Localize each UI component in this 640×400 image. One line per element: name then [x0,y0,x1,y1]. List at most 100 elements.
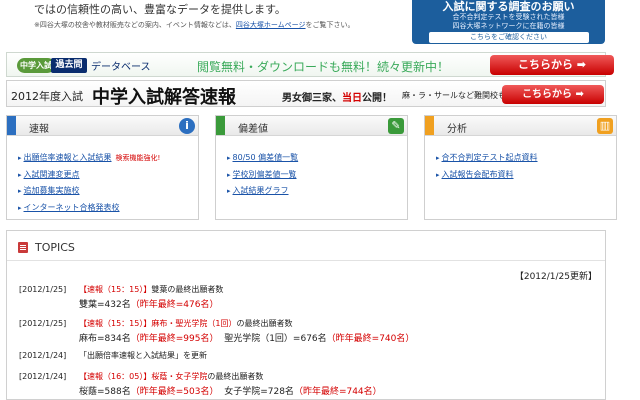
pencil-icon: ✎ [388,118,404,134]
link-label[interactable]: 学校別偏差値一覧 [233,170,297,179]
topic-detail: 雙葉=432名（昨年最終=476名） [79,297,218,310]
detail-a: 雙葉=432名 [79,300,131,310]
table-row[interactable]: [2012/1/24] 「出願倍率速報と入試結果」を更新 [19,350,207,361]
topics-title: TOPICS [35,241,75,254]
panel-sokuhou: 速報 i ▸ 出願倍率速報と入試結果 検索機能強化! ▸ 入試関連変更点 ▸ 追加募集実… [6,115,199,220]
panel-bunseki-header: 分析 ▥ [425,116,616,136]
panel-sokuhou-title: 速報 [29,124,49,135]
table-row[interactable]: [2012/1/25] 【速報（15：15）】雙葉の最終出願者数 [19,284,223,295]
sub-red: 当日 [342,93,362,104]
list-item[interactable]: ▸ 出願倍率速報と入試結果 検索機能強化! [18,150,198,167]
intro-line1: ではの信頼性の高い、豊富なデータを提供します。 [34,3,286,16]
intro-line2: ※四谷大塚の校舎や教材販売などの案内、イベント情報などは、四谷大塚ホームページを… [34,20,355,30]
link-label[interactable]: 80/50 偏差値一覧 [233,153,299,162]
panel-sokuhou-header: 速報 i [7,116,198,136]
bullet-icon: ▸ [227,187,231,195]
bullet-icon: ▸ [227,170,231,179]
panel-stripe [216,116,225,135]
panel-bunseki: 分析 ▥ ▸ 合不合判定テスト起点資料 ▸ 入試報告会配布資料 [424,115,617,220]
link-label[interactable]: 入試報告会配布資料 [442,170,514,179]
detail-red: （昨年最終=995名） [130,334,219,344]
logo-db: データベース [91,62,151,73]
survey-confirm-button[interactable]: こちらをご確認ください [428,32,589,43]
list-item[interactable]: ▸ インターネット合格発表校 [18,200,198,217]
answer-banner-sub: 男女御三家、当日公開！ [282,89,392,104]
topics-section: TOPICS 【2012/1/25更新】 [2012/1/25] 【速報（15：1… [6,230,606,400]
list-item[interactable]: ▸ 合不合判定テスト起点資料 [436,150,616,167]
panel-stripe [425,116,434,135]
bullet-icon: ▸ [18,203,22,212]
table-row[interactable]: [2012/1/25] 【速報（15：15）】麻布・聖光学院（1回）の最終出願者数 [19,318,292,329]
topic-detail: 麻布=834名（昨年最終=995名） 聖光学院（1回）=676名（昨年最終=74… [79,331,414,344]
bullet-icon: ▸ [18,170,22,179]
list-item[interactable]: ▸ 学校別偏差値一覧 [227,167,407,184]
new-badge: 検索機能強化! [115,154,161,162]
panel-bunseki-list: ▸ 合不合判定テスト起点資料 ▸ 入試報告会配布資料 [425,136,616,183]
topic-date: [2012/1/25] [19,285,67,294]
survey-line2: 四谷大塚ネットワークに在籍の皆様 [452,22,565,30]
bullet-icon: ▸ [18,154,22,162]
answer-banner-sub2: 麻・ラ・サールなど難関校も [402,91,506,100]
answer-banner-year: 2012年度入試 [11,90,83,103]
panel-hensachi: 偏差値 ✎ ▸ 80/50 偏差値一覧 ▸ 学校別偏差値一覧 ▸ 入試結果グラフ [215,115,408,220]
detail-b: 聖光学院（1回）=676名 [224,334,327,344]
panel-hensachi-list: ▸ 80/50 偏差値一覧 ▸ 学校別偏差値一覧 ▸ 入試結果グラフ [216,136,407,200]
list-item[interactable]: ▸ 追加募集実施校 [18,183,198,200]
sub-a: 男女御三家、 [282,93,342,104]
detail-red2: （昨年最終=740名） [326,334,415,344]
bullet-icon: ▸ [18,187,22,195]
list-item[interactable]: ▸ 80/50 偏差値一覧 [227,150,407,167]
detail-a: 麻布=834名 [79,334,131,344]
panel-stripe [7,116,16,135]
database-message: 閲覧無料・ダウンロードも無料！続々更新中！ [197,60,450,74]
table-row[interactable]: [2012/1/24] 【速報（16：05）】桜蔭・女子学院の最終出願者数 [19,371,263,382]
link-label[interactable]: 出願倍率速報と入試結果 [24,153,112,162]
logo-mid: 過去問 [51,58,87,73]
sub-b: 公開！ [362,93,392,104]
bullet-icon: ▸ [227,154,231,162]
detail-b: 女子学院=728名 [224,387,294,397]
exam-answer-banner[interactable]: 2012年度入試 中学入試解答速報 男女御三家、当日公開！ 麻・ラ・サールなど難… [6,80,606,107]
detail-red: （昨年最終=503名） [130,387,219,397]
database-go-button[interactable]: こちらから ➡ [490,55,614,75]
topic-text: 「出願倍率速報と入試結果」を更新 [79,351,207,360]
list-item[interactable]: ▸ 入試報告会配布資料 [436,167,616,184]
link-label[interactable]: インターネット合格発表校 [24,203,120,212]
bar-chart-icon: ▥ [597,118,613,134]
topic-date: [2012/1/24] [19,351,67,360]
topic-text: 雙葉の最終出願者数 [151,285,224,294]
survey-banner[interactable]: 入試に関する調査のお願い 合不合判定テストを受験された皆様 四谷大塚ネットワーク… [412,0,605,44]
info-icon: i [179,118,195,134]
panel-sokuhou-list: ▸ 出願倍率速報と入試結果 検索機能強化! ▸ 入試関連変更点 ▸ 追加募集実施校 ▸ イ… [7,136,198,216]
detail-red2: （昨年最終=744名） [293,387,382,397]
survey-title: 入試に関する調査のお願い [442,0,575,13]
list-item[interactable]: ▸ 入試結果グラフ [227,183,407,200]
panel-bunseki-title: 分析 [447,124,467,135]
link-label[interactable]: 追加募集実施校 [24,186,80,195]
yotsuya-homepage-link[interactable]: 四谷大塚ホームページ [236,21,306,29]
topic-detail: 桜蔭=588名（昨年最終=503名） 女子学院=728名（昨年最終=744名） [79,384,382,397]
list-item[interactable]: ▸ 入試関連変更点 [18,167,198,184]
panel-hensachi-title: 偏差値 [238,124,268,135]
bullet-icon: ▸ [436,170,440,179]
logo-left: 中学入試 [17,58,55,73]
list-icon [18,242,28,253]
topic-flash: 【速報（15：15）】麻布・聖光学院（1回） [79,319,237,328]
topic-flash: 【速報（16：05）】桜蔭・女子学院 [79,372,208,381]
topics-header: TOPICS [7,231,605,261]
panel-hensachi-header: 偏差値 ✎ [216,116,407,136]
topic-date: [2012/1/24] [19,372,67,381]
answer-banner-title: 中学入試解答速報 [92,87,236,107]
intro-line2-suffix: をご覧下さい。 [305,21,355,29]
kakomon-database-banner[interactable]: 中学入試 過去問 データベース 閲覧無料・ダウンロードも無料！続々更新中！ こち… [6,52,614,77]
link-label[interactable]: 入試結果グラフ [233,186,289,195]
answer-go-button[interactable]: こちらから ➡ [502,85,604,104]
topic-text: の最終出願者数 [207,372,264,381]
link-label[interactable]: 合不合判定テスト起点資料 [442,153,538,162]
topic-flash: 【速報（15：15）】 [79,285,152,294]
topics-updated: 【2012/1/25更新】 [514,272,597,282]
detail-a: 桜蔭=588名 [79,387,131,397]
topic-date: [2012/1/25] [19,319,67,328]
link-label[interactable]: 入試関連変更点 [24,170,80,179]
survey-line1: 合不合判定テストを受験された皆様 [452,13,565,21]
